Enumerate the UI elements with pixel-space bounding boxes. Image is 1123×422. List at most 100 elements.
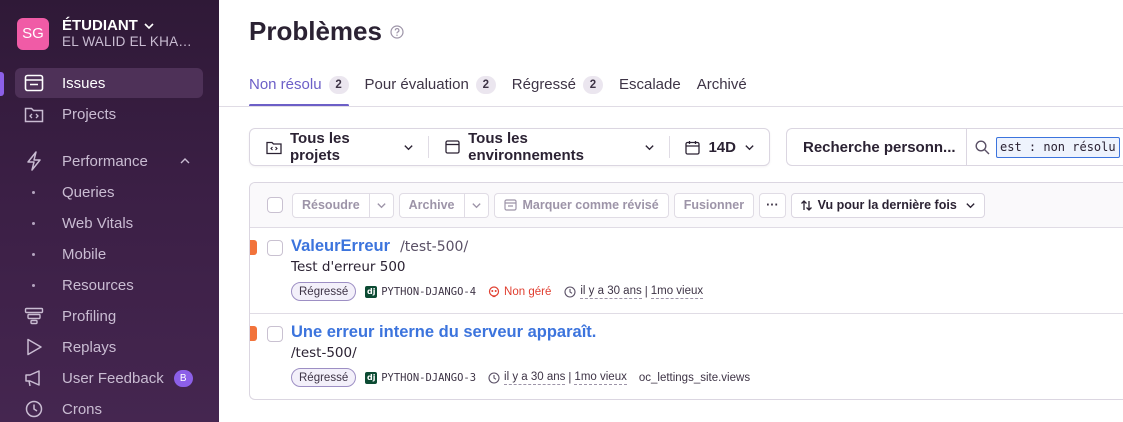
issues-icon <box>23 72 45 94</box>
bullet-icon <box>32 221 35 225</box>
sidebar-item-projects[interactable]: Projects <box>15 99 203 129</box>
level-indicator <box>250 240 257 255</box>
status-badge: Régressé <box>291 282 357 301</box>
separator: | <box>568 371 572 384</box>
first-seen[interactable]: 1mo vieux <box>574 371 627 385</box>
sidebar-item-resources[interactable]: Resources <box>15 270 203 300</box>
sort-label: Vu pour la dernière fois <box>817 198 957 212</box>
sidebar-item-performance[interactable]: Performance <box>15 146 203 176</box>
sidebar-item-issues[interactable]: Issues <box>15 68 203 98</box>
chevron-down-icon <box>744 142 755 153</box>
issue-title-link[interactable]: Une erreur interne du serveur apparaît. <box>291 323 596 342</box>
chevron-down-icon <box>377 202 386 208</box>
archive-button[interactable]: Archive <box>398 192 465 218</box>
tab-escalating[interactable]: Escalade <box>619 72 681 107</box>
sidebar-item-label: Replays <box>62 338 117 356</box>
date-filter[interactable]: 14D <box>669 129 769 165</box>
bullet-icon <box>32 252 35 256</box>
archive-group: Archive <box>398 192 489 218</box>
short-id: PYTHON-DJANGO-3 <box>381 371 477 384</box>
issue-tabs: Non résolu 2 Pour évaluation 2 Régressé … <box>249 72 763 107</box>
org-user: EL WALID EL KHAB... <box>62 34 197 49</box>
tab-count: 2 <box>475 76 496 94</box>
main-content: Problèmes Non résolu 2 Pour évaluation 2… <box>219 0 1123 422</box>
last-seen[interactable]: il y a 30 ans <box>504 371 566 385</box>
sidebar-item-web-vitals[interactable]: Web Vitals <box>15 208 203 238</box>
date-filter-label: 14D <box>708 138 736 156</box>
time-info: il y a 30 ans | 1mo vieux <box>488 371 627 385</box>
tab-for-review[interactable]: Pour évaluation 2 <box>365 72 496 107</box>
environment-filter[interactable]: Tous les environnements <box>429 129 668 165</box>
replays-icon <box>23 336 45 358</box>
short-id: PYTHON-DJANGO-4 <box>381 285 477 298</box>
chevron-down-icon <box>644 142 655 153</box>
last-seen[interactable]: il y a 30 ans <box>580 285 642 299</box>
sidebar-item-replays[interactable]: Replays <box>15 332 203 362</box>
tab-label: Escalade <box>619 76 681 93</box>
bullet-icon <box>32 190 35 194</box>
issue-checkbox[interactable] <box>267 326 283 342</box>
profiling-icon <box>23 305 45 327</box>
mark-reviewed-button[interactable]: Marquer comme révisé <box>493 192 669 218</box>
time-info: il y a 30 ans | 1mo vieux <box>564 285 704 299</box>
issue-meta: Régressé dj PYTHON-DJANGO-4 Non géré il … <box>291 282 704 301</box>
sidebar-item-label: Web Vitals <box>62 214 134 232</box>
sort-icon <box>800 199 813 212</box>
tab-label: Archivé <box>696 76 747 93</box>
django-icon: dj <box>365 371 378 384</box>
sidebar-item-crons[interactable]: Crons <box>15 394 203 422</box>
search-bar: Recherche personn... est : non résolu <box>786 128 1123 166</box>
sidebar-item-label: Mobile <box>62 245 107 263</box>
chevron-down-icon <box>965 200 976 211</box>
separator: | <box>644 285 648 298</box>
project-badge[interactable]: dj PYTHON-DJANGO-4 <box>365 285 477 298</box>
resolve-group: Résoudre <box>292 192 394 218</box>
issue-message: /test-500/ <box>291 345 357 361</box>
unhandled-label: Non géré <box>504 285 552 298</box>
project-filter[interactable]: Tous les projets <box>250 129 428 165</box>
active-indicator <box>0 72 4 96</box>
tab-count: 2 <box>583 76 603 94</box>
megaphone-icon <box>23 367 45 389</box>
mark-reviewed-label: Marquer comme révisé <box>522 198 659 212</box>
chevron-down-icon <box>403 142 414 153</box>
issue-checkbox[interactable] <box>267 240 283 256</box>
skull-icon <box>488 285 500 298</box>
sidebar-item-label: Issues <box>62 74 106 92</box>
sidebar-item-mobile[interactable]: Mobile <box>15 239 203 269</box>
issue-title-link[interactable]: ValeurErreur <box>291 237 390 256</box>
merge-button[interactable]: Fusionner <box>673 192 755 218</box>
org-switcher[interactable]: SG ÉTUDIANT EL WALID EL KHAB... <box>17 17 197 50</box>
tab-archived[interactable]: Archivé <box>697 72 747 107</box>
beta-badge: B <box>173 369 193 387</box>
resolve-button[interactable]: Résoudre <box>292 192 370 218</box>
sidebar-item-queries[interactable]: Queries <box>15 177 203 207</box>
page-title: Problèmes <box>249 16 382 46</box>
project-icon <box>266 140 282 155</box>
sort-button[interactable]: Vu pour la dernière fois <box>790 192 985 218</box>
tab-unresolved[interactable]: Non résolu 2 <box>249 72 349 107</box>
calendar-icon <box>685 140 701 155</box>
archive-dropdown[interactable] <box>464 192 489 218</box>
select-all-checkbox[interactable] <box>267 197 283 213</box>
performance-icon <box>23 150 45 172</box>
level-indicator <box>250 326 257 341</box>
tab-label: Pour évaluation <box>364 76 469 93</box>
issue-row[interactable]: Une erreur interne du serveur apparaît. … <box>250 314 1123 399</box>
resolve-dropdown[interactable] <box>369 192 394 218</box>
sidebar-item-user-feedback[interactable]: User Feedback B <box>15 363 203 393</box>
more-actions-button[interactable]: ··· <box>759 192 786 218</box>
project-badge[interactable]: dj PYTHON-DJANGO-3 <box>365 371 477 384</box>
chevron-up-icon[interactable] <box>179 155 191 167</box>
sidebar-item-profiling[interactable]: Profiling <box>15 301 203 331</box>
issue-list: Résoudre Archive Marquer comme révisé Fu… <box>249 182 1123 400</box>
bullet-icon <box>32 283 35 287</box>
sidebar-item-label: Resources <box>62 276 134 294</box>
saved-search-button[interactable]: Recherche personn... <box>787 129 967 165</box>
issue-location: /test-500/ <box>400 239 469 255</box>
issue-row[interactable]: ValeurErreur /test-500/ Test d'erreur 50… <box>250 228 1123 314</box>
search-input[interactable]: est : non résolu <box>996 136 1120 158</box>
tab-regressed[interactable]: Régressé 2 <box>512 72 603 107</box>
help-icon[interactable] <box>390 24 404 39</box>
first-seen[interactable]: 1mo vieux <box>650 285 704 299</box>
